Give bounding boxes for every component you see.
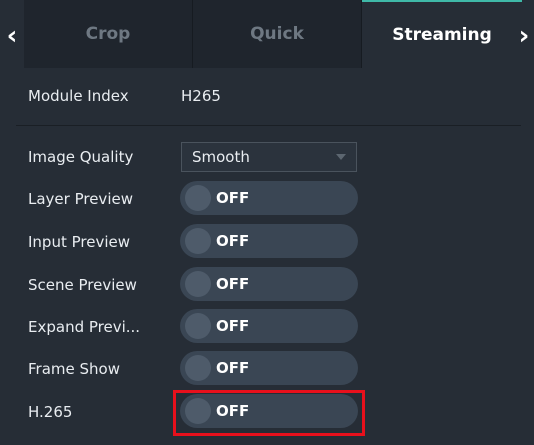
toggle-state: OFF — [216, 359, 250, 377]
image-quality-label: Image Quality — [28, 148, 134, 166]
module-index-value: H265 — [181, 87, 221, 105]
toggle-state: OFF — [216, 275, 250, 293]
tab-crop[interactable]: Crop — [24, 0, 192, 68]
toggle-knob — [185, 185, 211, 211]
caret-down-icon — [336, 154, 346, 160]
input-preview-toggle[interactable]: OFF — [180, 224, 358, 258]
expand-preview-label: Expand Previ... — [28, 318, 141, 336]
tab-quick[interactable]: Quick — [193, 0, 361, 68]
section-divider — [16, 125, 521, 126]
toggle-knob — [185, 228, 211, 254]
scene-preview-label: Scene Preview — [28, 276, 137, 294]
input-preview-label: Input Preview — [28, 233, 130, 251]
layer-preview-toggle[interactable]: OFF — [180, 181, 358, 215]
settings-panel: ‹ Crop Quick Streaming › Module Index H2… — [0, 0, 534, 445]
toggle-state: OFF — [216, 317, 250, 335]
toggle-knob — [185, 355, 211, 381]
image-quality-value: Smooth — [192, 148, 250, 166]
toggle-knob — [185, 271, 211, 297]
expand-preview-toggle[interactable]: OFF — [180, 309, 358, 343]
chevron-left-icon[interactable]: ‹ — [0, 16, 24, 56]
frame-show-label: Frame Show — [28, 360, 120, 378]
tab-streaming[interactable]: Streaming — [362, 0, 522, 68]
h265-label: H.265 — [28, 403, 73, 421]
tab-bar: ‹ Crop Quick Streaming › — [0, 0, 534, 68]
chevron-right-icon[interactable]: › — [512, 16, 534, 56]
toggle-knob — [185, 313, 211, 339]
toggle-state: OFF — [216, 232, 250, 250]
image-quality-select[interactable]: Smooth — [181, 142, 357, 172]
highlight-box — [173, 390, 365, 436]
scene-preview-toggle[interactable]: OFF — [180, 267, 358, 301]
frame-show-toggle[interactable]: OFF — [180, 351, 358, 385]
layer-preview-label: Layer Preview — [28, 190, 133, 208]
toggle-state: OFF — [216, 189, 250, 207]
module-index-label: Module Index — [28, 87, 129, 105]
